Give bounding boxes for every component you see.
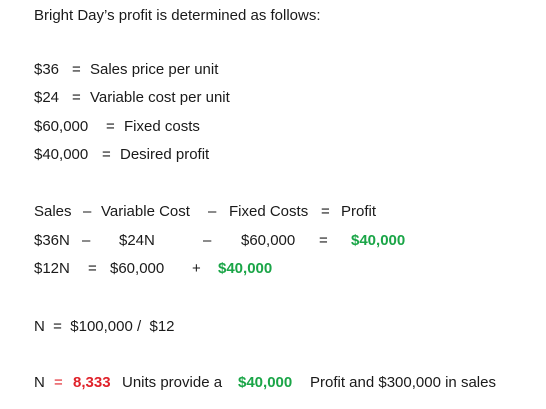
row1-profit: $40,000 (351, 232, 406, 249)
given-equals: = (106, 118, 115, 135)
given-equals: = (72, 89, 81, 106)
given-equals: = (72, 61, 81, 78)
row1-fixed: $60,000 (241, 232, 296, 249)
row2-fixed: $60,000 (110, 260, 165, 277)
row2-contribution: $12N (34, 260, 70, 277)
row1-minus-2: – (203, 232, 212, 249)
row1-minus-1: – (82, 232, 91, 249)
row1-sales: $36N (34, 232, 70, 249)
term-fixed-costs: Fixed Costs (229, 203, 309, 220)
row2-plus: + (192, 260, 201, 277)
given-label: Fixed costs (124, 118, 200, 135)
given-value: $24 (34, 89, 60, 106)
heading: Bright Day’s profit is determined as fol… (34, 7, 321, 24)
term-minus-1: – (83, 203, 92, 220)
given-value: $40,000 (34, 146, 89, 163)
conclusion-tail: Profit and $300,000 in sales (310, 374, 496, 391)
conclusion-equals: = (54, 374, 63, 391)
given-label: Sales price per unit (90, 61, 219, 78)
term-variable-cost: Variable Cost (101, 203, 190, 220)
term-equals: = (321, 203, 330, 220)
conclusion-profit: $40,000 (238, 374, 293, 391)
row2-equals: = (88, 260, 97, 277)
given-label: Desired profit (120, 146, 210, 163)
row1-variable: $24N (119, 232, 155, 249)
equation-row-3: N = $100,000 / $12 (34, 318, 175, 335)
term-minus-2: – (208, 203, 217, 220)
conclusion-n: N (34, 374, 45, 391)
given-value: $36 (34, 61, 60, 78)
term-sales: Sales (34, 203, 72, 220)
given-label: Variable cost per unit (90, 89, 230, 106)
term-profit: Profit (341, 203, 377, 220)
given-equals: = (102, 146, 111, 163)
row2-profit: $40,000 (218, 260, 273, 277)
given-value: $60,000 (34, 118, 89, 135)
conclusion-mid: Units provide a (122, 374, 223, 391)
conclusion-units: 8,333 (73, 374, 111, 391)
row1-equals: = (319, 232, 328, 249)
